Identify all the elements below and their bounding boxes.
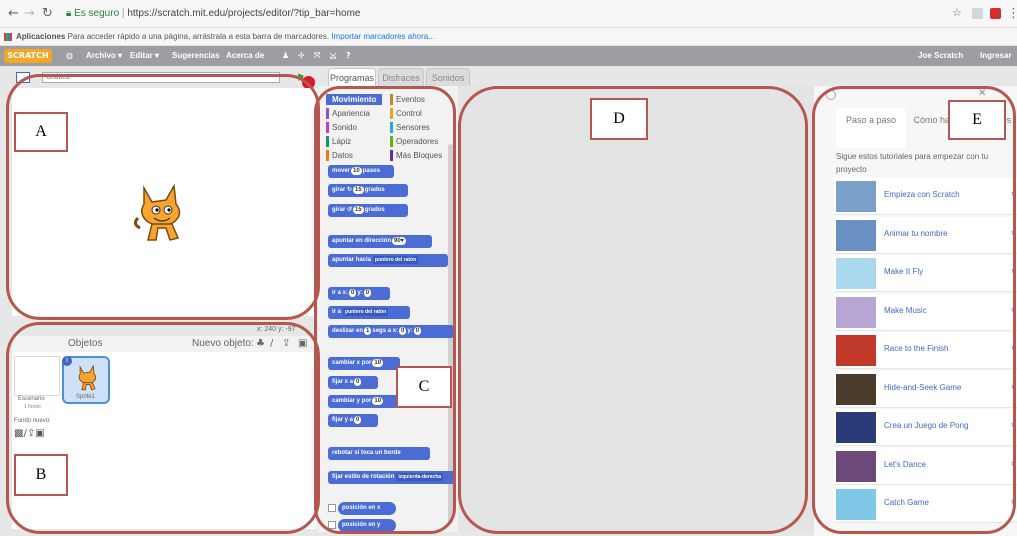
label-c: C <box>396 366 452 408</box>
annotation-region-c <box>314 86 456 534</box>
duplicate-icon[interactable]: ♟ <box>282 46 289 66</box>
extension-icon[interactable] <box>972 8 983 19</box>
annotation-region-d <box>458 86 808 534</box>
bookmarks-bar: Aplicaciones Para acceder rápido a una p… <box>0 28 1017 46</box>
menu-tips[interactable]: Sugerencias <box>172 46 220 66</box>
url-field[interactable]: 🔒︎ Es seguro | https://scratch.mit.edu/p… <box>66 4 966 24</box>
cut-icon[interactable]: ✢ <box>298 46 305 66</box>
forward-arrow-icon[interactable]: → <box>24 6 35 21</box>
label-a: A <box>14 112 68 152</box>
tab-costumes[interactable]: Disfraces <box>378 68 424 86</box>
lock-icon: 🔒︎ <box>66 8 72 19</box>
apps-label[interactable]: Aplicaciones <box>16 32 65 41</box>
label-d: D <box>590 98 648 140</box>
browser-address-bar: ← → ↻ 🔒︎ Es seguro | https://scratch.mit… <box>0 0 1017 28</box>
star-icon[interactable]: ☆ <box>952 6 962 19</box>
globe-icon[interactable]: ◍ <box>66 46 73 66</box>
grow-icon[interactable]: ⤧ <box>314 46 320 66</box>
help-icon[interactable]: ? <box>346 46 351 66</box>
menu-edit[interactable]: Editar ▾ <box>130 46 159 66</box>
url-text: https://scratch.mit.edu/projects/editor/… <box>127 8 361 19</box>
bookmarks-hint: Para acceder rápido a una página, arrást… <box>67 32 330 41</box>
signin-link[interactable]: Ingresar <box>980 46 1012 66</box>
user-name[interactable]: Joe Scratch <box>918 46 963 66</box>
tab-sounds[interactable]: Sonidos <box>426 68 470 86</box>
scratch-menubar: SCRATCH ◍ Archivo ▾ Editar ▾ Sugerencias… <box>0 46 1017 66</box>
menu-about[interactable]: Acerca de <box>226 46 264 66</box>
tab-scripts[interactable]: Programas <box>328 68 376 86</box>
back-arrow-icon[interactable]: ← <box>8 6 19 21</box>
secure-label: Es seguro <box>74 8 120 19</box>
import-bookmarks-link[interactable]: Importar marcadores ahora... <box>331 32 435 41</box>
annotation-region-e <box>812 86 1016 534</box>
reload-icon[interactable]: ↻ <box>42 6 53 21</box>
scratch-logo[interactable]: SCRATCH <box>4 49 52 63</box>
shrink-icon[interactable]: ⤩ <box>330 46 336 66</box>
annotation-region-b <box>6 322 320 534</box>
extension-red-icon[interactable] <box>990 8 1001 19</box>
label-b: B <box>14 454 68 496</box>
menu-icon[interactable]: ⋮ <box>1007 6 1017 21</box>
menu-file[interactable]: Archivo ▾ <box>86 46 122 66</box>
label-e: E <box>948 100 1006 140</box>
annotation-region-a <box>6 74 320 320</box>
apps-grid-icon <box>4 33 12 41</box>
